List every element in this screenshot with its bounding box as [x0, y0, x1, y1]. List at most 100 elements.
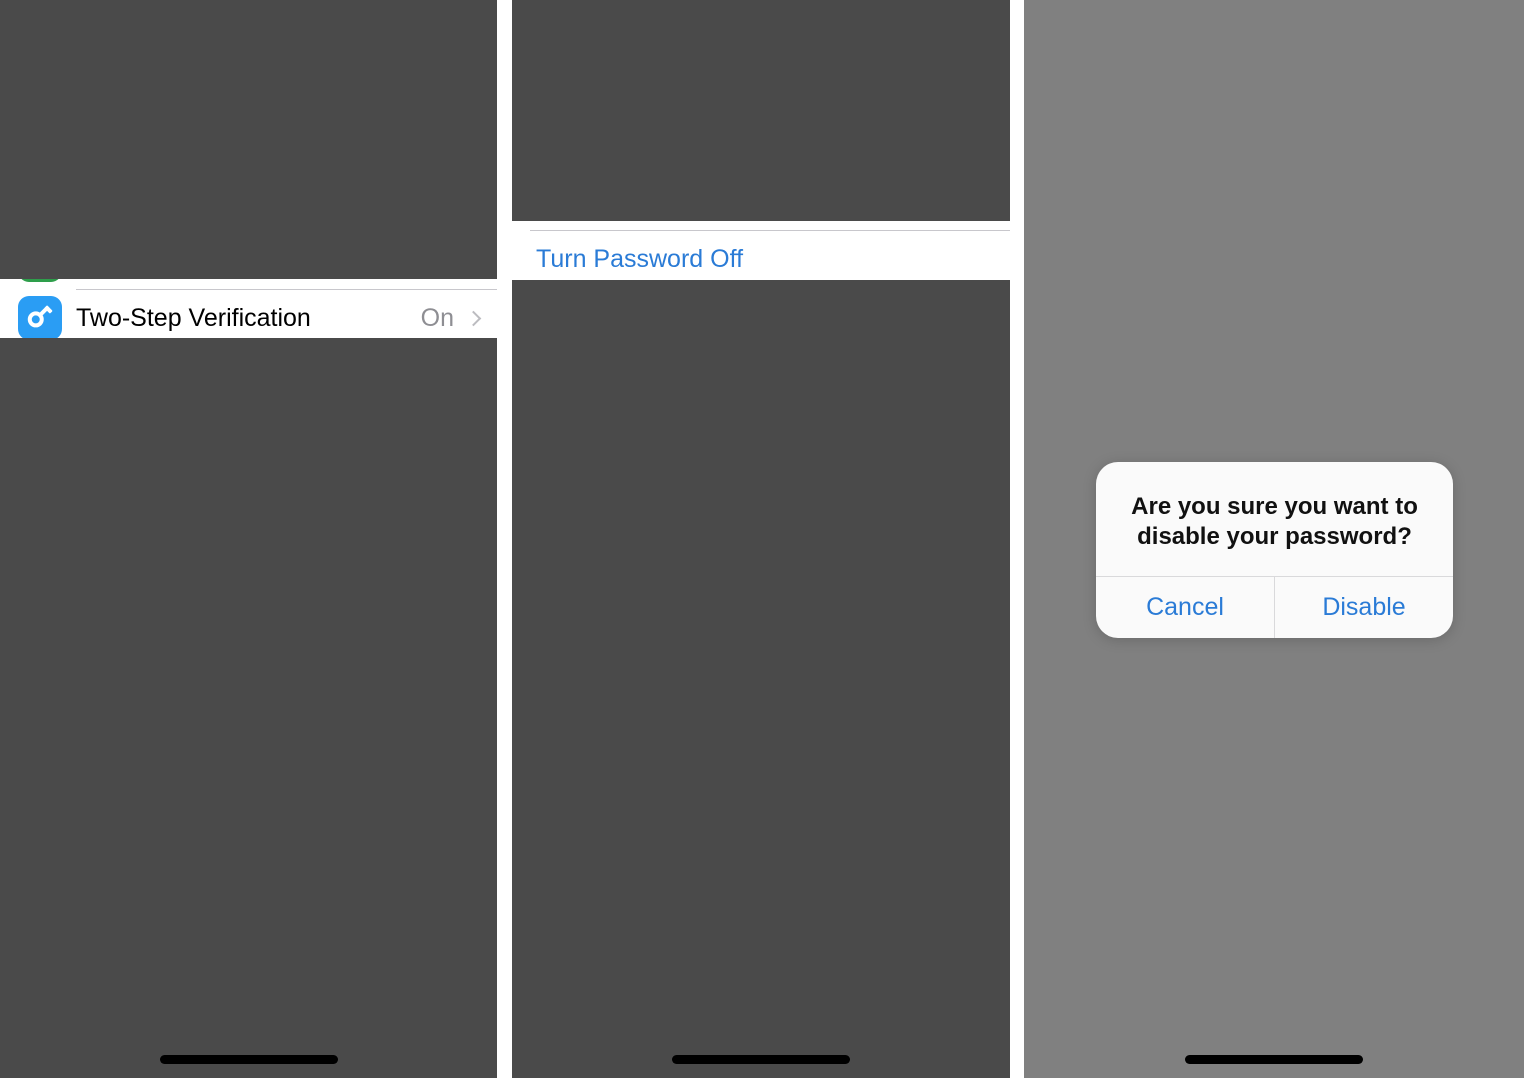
- wifi-icon: [920, 27, 943, 44]
- row-label: Forwarded Messages: [18, 649, 259, 678]
- privacy-footnote: Change who can add you to groups and cha…: [0, 751, 497, 811]
- alert-body: Are you sure you want to disable your pa…: [1096, 462, 1453, 576]
- phone-panel-two-step-highlight: 11:41 Back Two-Step Verification Change …: [512, 0, 1010, 1078]
- screen-two-step-verification: 11:41 Back Two-Step Verification Change …: [512, 0, 1010, 1078]
- row-data-settings[interactable]: Data Settings: [0, 1021, 497, 1078]
- panel-gap-1: [497, 0, 512, 1078]
- row-value: Everybody: [335, 533, 454, 562]
- row-label: If Away For: [18, 880, 143, 909]
- list-top-spacer: [0, 118, 497, 173]
- back-button-label: Back: [554, 74, 610, 103]
- chevron-right-icon: [465, 194, 482, 210]
- chevron-left-icon: [529, 79, 549, 99]
- home-indicator: [1185, 1055, 1363, 1064]
- two-step-action-list: Change Password Turn Password Off Change…: [512, 172, 1010, 346]
- home-indicator: [159, 1055, 338, 1064]
- row-turn-password-off[interactable]: Turn Password Off: [512, 230, 1010, 288]
- auto-delete-footnote: If you do not come online at least once …: [0, 924, 497, 1022]
- cellular-bars-icon: [372, 26, 398, 44]
- row-label: Phone Number: [18, 417, 187, 446]
- data-settings-list: Data Settings: [0, 1021, 497, 1078]
- row-if-away-for[interactable]: If Away For 6 months: [0, 866, 497, 925]
- chevron-right-icon: [465, 887, 482, 903]
- three-panel-screenshot: 11:40 Back Privacy and Security Blocked …: [0, 0, 1524, 1078]
- row-label: Calls: [18, 591, 74, 620]
- nav-bar: Back Privacy and Security: [0, 60, 497, 118]
- row-label: Profile Photo: [18, 533, 162, 562]
- row-label: Blocked Users: [76, 187, 238, 216]
- face-id-icon: [18, 238, 62, 282]
- row-value: 6 months: [351, 880, 454, 909]
- status-icons: [885, 26, 984, 44]
- status-icons: [372, 26, 471, 44]
- nav-bar: Back Two-Step Verification: [512, 60, 1010, 118]
- status-bar: 11:40: [0, 0, 497, 60]
- phone-panel-disable-confirm: 11:41 Back Two-Step Verification Change …: [1024, 0, 1524, 1078]
- row-value: Everybody: [335, 475, 454, 504]
- phone-panel-privacy-security: 11:40 Back Privacy and Security Blocked …: [0, 0, 497, 1078]
- section-header-privacy: PRIVACY: [0, 347, 497, 403]
- row-label: Turn Password Off: [536, 244, 744, 273]
- key-icon: [18, 296, 62, 340]
- chevron-right-icon: [465, 656, 482, 672]
- row-value: Everybody: [335, 649, 454, 678]
- panel-gap-2: [1010, 0, 1024, 1078]
- wifi-icon: [407, 27, 430, 44]
- row-label: Change Password: [536, 186, 741, 215]
- row-value: Everybody: [335, 707, 454, 736]
- row-two-step-verification[interactable]: Two-Step Verification On: [0, 289, 497, 347]
- alert-title: Are you sure you want to disable your pa…: [1131, 493, 1418, 551]
- chevron-right-icon: [465, 424, 482, 440]
- row-label: Change Recovery Email: [536, 302, 806, 331]
- row-value: Off: [421, 245, 454, 274]
- battery-icon: [439, 27, 471, 43]
- row-label: Two-Step Verification: [76, 303, 311, 332]
- back-button-label: Back: [42, 74, 98, 103]
- row-groups-channels[interactable]: Groups & Channels Everybody: [0, 693, 497, 751]
- row-profile-photo[interactable]: Profile Photo Everybody: [0, 519, 497, 577]
- section-header-auto-delete: AUTOMATICALLY DELETE MY ACCOUNT: [0, 810, 497, 867]
- two-step-footnote: You have enabled Two-Step verification. …: [512, 346, 1010, 456]
- chevron-right-icon: [465, 598, 482, 614]
- chevron-left-icon: [17, 79, 37, 99]
- cancel-button[interactable]: Cancel: [1096, 577, 1274, 638]
- chevron-right-icon: [465, 1042, 482, 1059]
- list-top-spacer: [512, 118, 1010, 172]
- disable-password-alert: Are you sure you want to disable your pa…: [1096, 462, 1453, 639]
- row-calls[interactable]: Calls Everybody: [0, 577, 497, 635]
- screen-privacy-security: 11:40 Back Privacy and Security Blocked …: [0, 0, 497, 1078]
- chevron-right-icon: [465, 482, 482, 498]
- row-value: On: [420, 303, 454, 332]
- home-indicator: [672, 1055, 850, 1064]
- row-passcode-face-id[interactable]: Passcode & Face ID Off: [0, 231, 497, 289]
- row-blocked-users[interactable]: Blocked Users None: [0, 173, 497, 231]
- chevron-right-icon: [465, 540, 482, 556]
- row-forwarded-messages[interactable]: Forwarded Messages Everybody: [0, 635, 497, 693]
- chevron-right-icon: [465, 714, 482, 730]
- row-value: My Contacts: [315, 417, 454, 446]
- disable-button[interactable]: Disable: [1274, 577, 1453, 639]
- privacy-list: Phone Number My Contacts Last Seen & Onl…: [0, 403, 497, 751]
- row-phone-number[interactable]: Phone Number My Contacts: [0, 403, 497, 461]
- auto-delete-list: If Away For 6 months: [0, 866, 497, 925]
- row-value: Everybody: [335, 591, 454, 620]
- security-list: Blocked Users None Passcode & Face ID Of…: [0, 173, 497, 347]
- status-time: 11:41: [542, 20, 606, 49]
- row-change-password[interactable]: Change Password: [512, 172, 1010, 230]
- row-value: None: [394, 187, 454, 216]
- alert-actions: Cancel Disable: [1096, 576, 1453, 639]
- chevron-right-icon: [465, 252, 482, 268]
- back-button[interactable]: Back: [16, 75, 98, 104]
- row-last-seen-online[interactable]: Last Seen & Online Everybody: [0, 461, 497, 519]
- chevron-right-icon: [465, 310, 482, 326]
- row-label: Last Seen & Online: [18, 475, 234, 504]
- row-label: Passcode & Face ID: [76, 245, 304, 274]
- back-button[interactable]: Back: [528, 75, 610, 104]
- blocked-users-icon: [18, 180, 62, 224]
- status-time: 11:40: [30, 20, 94, 49]
- status-bar: 11:41: [512, 0, 1010, 60]
- row-label: Groups & Channels: [18, 707, 237, 736]
- cellular-bars-icon: [885, 26, 911, 44]
- battery-icon: [952, 27, 984, 43]
- row-change-recovery-email[interactable]: Change Recovery Email: [512, 288, 1010, 346]
